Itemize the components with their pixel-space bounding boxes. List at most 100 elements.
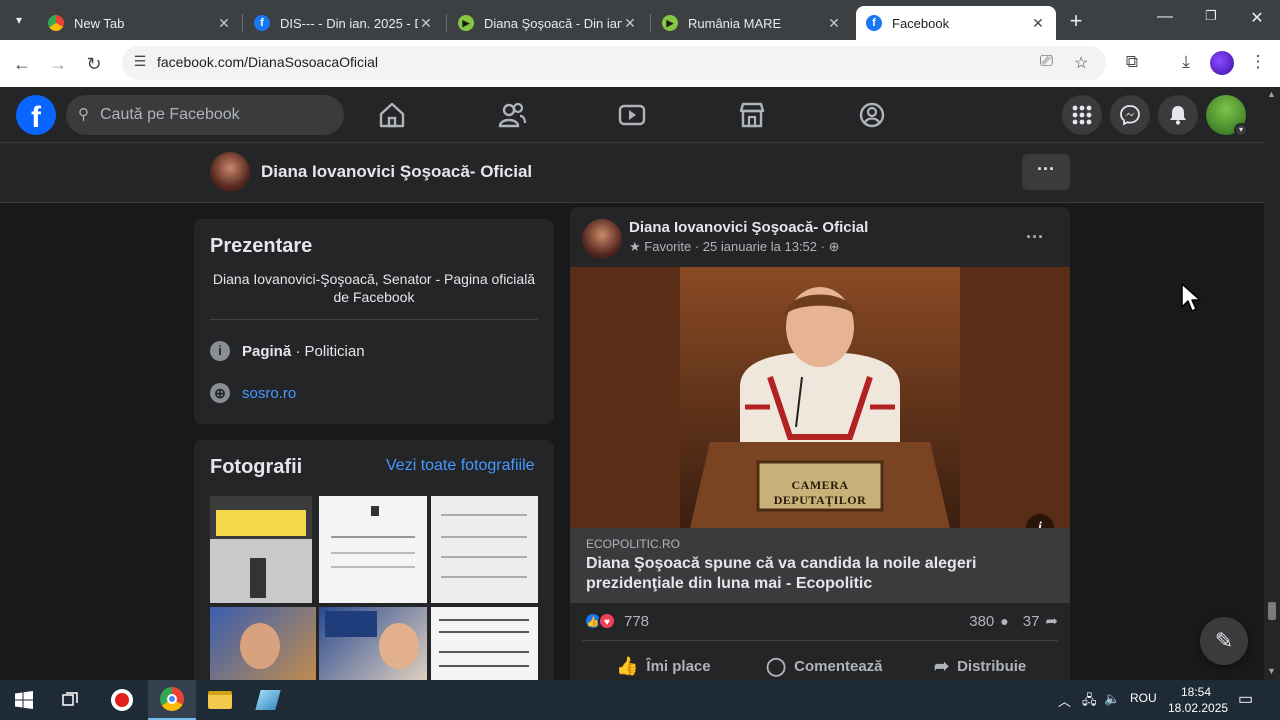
groups-icon[interactable]	[856, 99, 888, 131]
reactions-summary[interactable]: 👍 ♥ 778	[584, 612, 649, 630]
record-icon	[111, 689, 133, 711]
share-arrow-icon: ➦	[1045, 613, 1058, 630]
minimize-button[interactable]: —	[1150, 8, 1180, 26]
close-tab-icon[interactable]: ✕	[826, 15, 842, 32]
like-label: Îmi place	[646, 657, 711, 675]
reload-button[interactable]: ↻	[80, 50, 108, 78]
facebook-logo[interactable]: f	[16, 95, 56, 135]
close-window-button[interactable]: ✕	[1242, 8, 1272, 28]
tab-rumble-romania[interactable]: ▶ Rumânia MARE ✕	[652, 6, 852, 40]
chrome-menu-icon[interactable]: ⋮	[1246, 52, 1270, 72]
scroll-down-icon[interactable]: ▼	[1267, 666, 1276, 676]
page-scrollbar[interactable]: ▲ ▼	[1264, 87, 1280, 680]
taskbar-recorder[interactable]	[98, 680, 146, 720]
photo-thumbnail[interactable]	[210, 607, 316, 687]
tab-rumble-diana[interactable]: ▶ Diana Şoşoacă - Din ianu ✕	[448, 6, 648, 40]
start-button[interactable]	[0, 680, 48, 720]
tab-title: Rumânia MARE	[688, 15, 782, 31]
scrollbar-thumb[interactable]	[1268, 602, 1276, 620]
post-options-button[interactable]: ···	[1026, 227, 1044, 248]
comment-count[interactable]: 380	[969, 613, 994, 630]
folder-icon	[208, 691, 232, 709]
task-view-icon	[62, 692, 78, 706]
tab-divider	[242, 14, 243, 32]
facebook-icon: f	[254, 15, 270, 31]
close-tab-icon[interactable]: ✕	[1030, 15, 1046, 32]
site-info-icon[interactable]: ☰	[130, 53, 150, 73]
website-link[interactable]: sosro.ro	[242, 385, 296, 402]
tab-divider	[650, 14, 651, 32]
network-icon[interactable]: 🖧	[1082, 691, 1097, 713]
account-avatar[interactable]: ▾	[1206, 95, 1248, 137]
tab-facebook-active[interactable]: f Facebook ✕	[856, 6, 1056, 40]
post-author-avatar[interactable]	[582, 219, 622, 259]
new-tab-button[interactable]: +	[1064, 8, 1088, 34]
friends-icon[interactable]	[496, 99, 528, 131]
extensions-icon[interactable]: ⧉	[1120, 52, 1144, 72]
home-icon[interactable]	[376, 99, 408, 131]
intro-heading: Prezentare	[210, 235, 313, 257]
link-title[interactable]: Diana Şoşoacă spune că va candida la noi…	[586, 554, 1026, 594]
volume-icon[interactable]: 🔈	[1104, 691, 1120, 707]
taskbar-chrome[interactable]	[148, 680, 196, 720]
divider	[582, 640, 1058, 641]
taskbar-app[interactable]	[244, 680, 292, 720]
post-author-name[interactable]: Diana Iovanovici Şoşoacă- Oficial	[629, 219, 868, 236]
tab-search-button[interactable]: ▾	[6, 8, 32, 32]
back-button[interactable]: ←	[8, 50, 36, 78]
tab-new-tab[interactable]: New Tab ✕	[38, 6, 242, 40]
bookmark-star-icon[interactable]: ☆	[1074, 53, 1088, 73]
task-view-button[interactable]	[48, 680, 96, 720]
share-icon: ➦	[934, 655, 950, 676]
photo-thumbnail[interactable]	[210, 496, 312, 603]
share-button[interactable]: ➦ Distribuie	[934, 648, 1026, 684]
search-placeholder[interactable]: Caută pe Facebook	[100, 106, 240, 124]
like-button[interactable]: 👍 Îmi place	[616, 648, 711, 684]
close-tab-icon[interactable]: ✕	[622, 15, 638, 32]
messenger-button[interactable]	[1110, 95, 1150, 135]
photo-thumbnail[interactable]	[319, 607, 427, 687]
page-avatar[interactable]	[210, 152, 250, 192]
page-more-button[interactable]: ···	[1022, 154, 1070, 190]
page-sticky-header: Diana Iovanovici Şoşoacă- Oficial ···	[0, 143, 1264, 203]
intro-description: Diana Iovanovici-Şoşoacă, Senator - Pagi…	[212, 271, 536, 305]
windows-taskbar: ︿ 🖧 🔈 ROU 18:54 18.02.2025 ▭	[0, 680, 1280, 720]
url-text[interactable]: facebook.com/DianaSosoacaOficial	[157, 54, 378, 70]
comment-button[interactable]: ◯ Comentează	[766, 648, 883, 684]
language-indicator[interactable]: ROU	[1130, 691, 1157, 705]
taskbar-file-explorer[interactable]	[196, 680, 244, 720]
photo-thumbnail[interactable]	[319, 496, 427, 603]
close-tab-icon[interactable]: ✕	[418, 15, 434, 32]
close-tab-icon[interactable]: ✕	[216, 15, 232, 32]
profile-avatar[interactable]	[1210, 51, 1234, 75]
page-title[interactable]: Diana Iovanovici Şoşoacă- Oficial	[261, 162, 532, 182]
photo-thumbnail[interactable]	[431, 607, 538, 687]
link-preview[interactable]: ECOPOLITIC.RO Diana Şoşoacă spune că va …	[570, 528, 1070, 603]
show-hidden-icons-icon[interactable]: ︿	[1058, 691, 1071, 710]
restore-button[interactable]: ❐	[1196, 8, 1226, 24]
clock-time: 18:54	[1180, 685, 1212, 699]
post-meta-text[interactable]: Favorite · 25 ianuarie la 13:52 ·	[644, 239, 825, 254]
facebook-search-box[interactable]: ⚲ Caută pe Facebook	[66, 95, 344, 135]
system-clock[interactable]: 18:54 18.02.2025	[1168, 684, 1228, 716]
reaction-count[interactable]: 778	[624, 613, 649, 630]
address-bar[interactable]: ☰ facebook.com/DianaSosoacaOficial ⎚ ☆	[122, 46, 1106, 80]
grid-icon	[1072, 105, 1092, 125]
photo-thumbnail[interactable]	[431, 496, 538, 603]
new-message-button[interactable]: ✎	[1200, 617, 1248, 665]
notifications-button[interactable]	[1158, 95, 1198, 135]
bell-icon	[1170, 106, 1186, 125]
post-image[interactable]: CAMERA DEPUTAŢILOR	[570, 267, 1070, 528]
video-icon[interactable]	[616, 99, 648, 131]
notification-center-icon[interactable]: ▭	[1238, 689, 1253, 709]
downloads-icon[interactable]: ⤓	[1174, 52, 1198, 72]
marketplace-icon[interactable]	[736, 99, 768, 131]
scroll-up-icon[interactable]: ▲	[1267, 89, 1276, 99]
install-app-icon[interactable]: ⎚	[1040, 53, 1053, 71]
photos-card: Fotografii Vezi toate fotografiile	[194, 440, 554, 700]
forward-button[interactable]: →	[44, 50, 72, 78]
see-all-photos-link[interactable]: Vezi toate fotografiile	[386, 457, 535, 475]
tab-facebook-dis[interactable]: f DIS--- - Din ian. 2025 - D ✕	[244, 6, 444, 40]
menu-grid-button[interactable]	[1062, 95, 1102, 135]
share-count[interactable]: 37	[1023, 613, 1040, 630]
